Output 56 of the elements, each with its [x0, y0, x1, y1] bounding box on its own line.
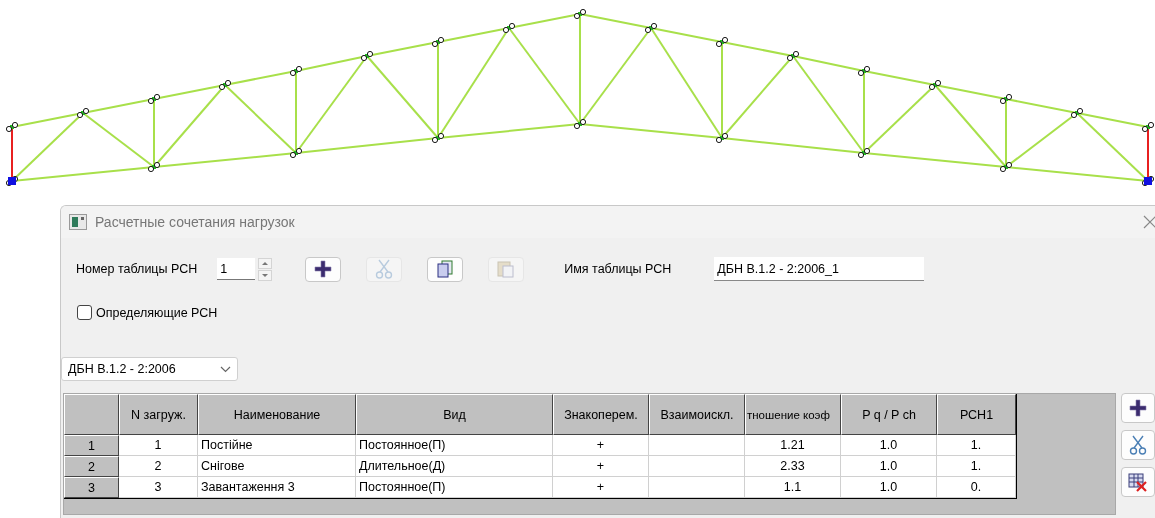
spin-buttons[interactable]	[258, 257, 273, 281]
table-cell: +	[553, 477, 649, 498]
column-header[interactable]: Взаимоискл.	[649, 394, 745, 435]
row-header[interactable]: 2	[64, 456, 119, 477]
close-icon[interactable]	[1143, 215, 1155, 229]
table-cell: 0.	[937, 477, 1016, 498]
checkbox-label[interactable]: Определяющие РСН	[96, 305, 218, 320]
field-label: Номер таблицы РСН	[76, 262, 198, 276]
table-cell: 1.21	[745, 435, 841, 456]
row-header[interactable]: 1	[64, 435, 119, 456]
plus-icon	[314, 260, 333, 278]
name-field[interactable]: ДБН В.1.2 - 2:2006_1	[714, 257, 925, 281]
column-header[interactable]: Наименование	[198, 394, 356, 435]
copy-button[interactable]	[427, 256, 464, 282]
copy-icon	[436, 260, 455, 278]
column-header[interactable]: N загруж.	[119, 394, 198, 435]
table-cell: 1.0	[841, 477, 937, 498]
checkbox[interactable]	[77, 305, 92, 320]
window-title: Расчетные сочетания нагрузок	[95, 214, 296, 230]
table-cell: 2.33	[745, 456, 841, 477]
plus-icon	[1129, 399, 1147, 417]
field-label: Имя таблицы РСН	[564, 262, 672, 276]
table-cell: 1.0	[841, 456, 937, 477]
table-cell: +	[553, 435, 649, 456]
table-cell: 1.	[937, 435, 1016, 456]
table-cell: 1.0	[841, 435, 937, 456]
table-cell: +	[553, 456, 649, 477]
cut-button[interactable]	[1121, 430, 1155, 460]
table-cell: Завантаження 3	[198, 477, 356, 498]
table-cell: 3	[119, 477, 198, 498]
table-cell: 1.	[937, 456, 1016, 477]
table-cell: 1.1	[745, 477, 841, 498]
column-header[interactable]: РСН1	[937, 394, 1016, 435]
column-header[interactable]: Вид	[356, 394, 553, 435]
chevron-down-icon	[220, 365, 231, 373]
row-header[interactable]: 3	[64, 477, 119, 498]
norm-dropdown[interactable]: ДБН В.1.2 - 2:2006	[61, 357, 238, 381]
table-cell: Снігове	[198, 456, 356, 477]
column-header[interactable]: тношение коэф	[745, 394, 841, 435]
table-cell: 1	[119, 435, 198, 456]
scissors-icon	[375, 259, 394, 279]
table-cell: Постоянное(П)	[356, 435, 553, 456]
paste-icon	[497, 260, 516, 278]
column-header[interactable]: P q / P ch	[841, 394, 937, 435]
app-icon	[69, 214, 87, 230]
number-field[interactable]: 1	[217, 258, 256, 280]
table-cell: Постоянное(П)	[356, 477, 553, 498]
delete-button[interactable]	[1121, 467, 1155, 497]
column-header[interactable]: Знакоперем.	[553, 394, 649, 435]
table-cell: 2	[119, 456, 198, 477]
add-button[interactable]	[1121, 393, 1155, 423]
table-cell: Постійне	[198, 435, 356, 456]
table-cell: Длительное(Д)	[356, 456, 553, 477]
add-button[interactable]	[305, 256, 342, 282]
table-delete-icon	[1128, 472, 1148, 492]
scissors-icon	[1129, 435, 1147, 455]
